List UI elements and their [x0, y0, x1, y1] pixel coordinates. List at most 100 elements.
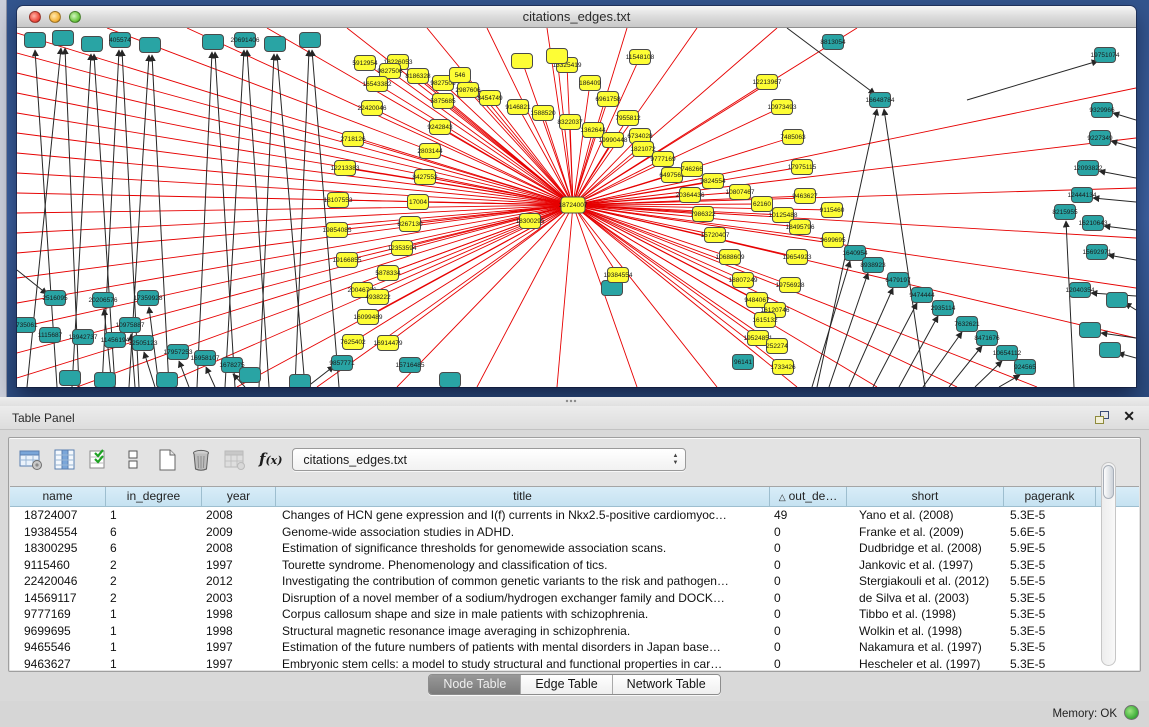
- new-table-icon[interactable]: [153, 446, 181, 474]
- node-label: 10654112: [993, 350, 1022, 357]
- column-header-pagerank[interactable]: pagerank: [1004, 487, 1096, 507]
- node-label: 546: [455, 72, 466, 79]
- scrollbar-thumb[interactable]: [1103, 465, 1114, 499]
- node-label: 252274: [766, 343, 788, 350]
- network-edge: [17, 53, 573, 205]
- network-edge: [215, 52, 235, 387]
- node-label: 1640954: [842, 250, 868, 257]
- cell: 1998: [202, 606, 276, 623]
- control-panel-divider[interactable]: [0, 0, 7, 397]
- network-node[interactable]: [512, 54, 533, 69]
- node-label: 10125488: [769, 212, 798, 219]
- cell: 18300295: [10, 540, 106, 557]
- function-builder-icon[interactable]: f(x): [259, 450, 282, 468]
- network-edge: [477, 205, 573, 387]
- network-node[interactable]: [300, 33, 321, 48]
- close-panel-icon[interactable]: ✕: [1123, 408, 1135, 425]
- network-node[interactable]: [547, 49, 568, 64]
- cell: 5.3E-5: [1004, 557, 1096, 574]
- network-edge: [206, 367, 215, 387]
- network-node[interactable]: [1080, 323, 1101, 338]
- node-label: 9146821: [505, 104, 531, 111]
- network-edge: [573, 88, 1136, 205]
- network-node[interactable]: [240, 368, 261, 383]
- network-window-titlebar[interactable]: citations_edges.txt: [17, 6, 1136, 28]
- table-row[interactable]: 946554611997Estimation of the future num…: [10, 639, 1139, 656]
- table-row[interactable]: 946362711997Embryonic stem cells: a mode…: [10, 656, 1139, 671]
- node-label: 16958107: [191, 355, 220, 362]
- table-row[interactable]: 911546021997Tourette syndrome. Phenomeno…: [10, 557, 1139, 574]
- column-header-in_degree[interactable]: in_degree: [106, 487, 202, 507]
- network-node[interactable]: [1100, 343, 1121, 358]
- column-header-short[interactable]: short: [847, 487, 1004, 507]
- table-row[interactable]: 1872400712008Changes of HCN gene express…: [10, 507, 1139, 524]
- table-settings-icon[interactable]: [17, 446, 45, 474]
- float-panel-icon[interactable]: [1095, 411, 1109, 424]
- table-row[interactable]: 977716911998Corpus callosum shape and si…: [10, 606, 1139, 623]
- cell: 1: [106, 656, 202, 671]
- vertical-scrollbar[interactable]: [1101, 462, 1116, 666]
- delete-table-icon[interactable]: [187, 446, 215, 474]
- table-row[interactable]: 1456911722003Disruption of a novel membe…: [10, 590, 1139, 607]
- node-label: 8427552: [412, 174, 438, 181]
- node-label: 18107553: [324, 197, 353, 204]
- network-node[interactable]: [203, 35, 224, 50]
- node-label: 18495796: [786, 224, 815, 231]
- node-label: 15692971: [1083, 249, 1112, 256]
- network-node[interactable]: [95, 373, 116, 388]
- memory-status-icon[interactable]: [1124, 705, 1139, 720]
- network-node[interactable]: [60, 371, 81, 386]
- column-header-title[interactable]: title: [276, 487, 770, 507]
- network-canvas[interactable]: 4055742069140688130541975107416648784932…: [17, 28, 1136, 387]
- network-node[interactable]: [265, 37, 286, 52]
- network-edge: [873, 303, 917, 387]
- table-row[interactable]: 1830029562008Estimation of significance …: [10, 540, 1139, 557]
- import-table-icon[interactable]: [221, 446, 249, 474]
- column-header-name[interactable]: name: [10, 487, 106, 507]
- clear-rows-icon[interactable]: [119, 446, 147, 474]
- divider-grip-icon: [565, 399, 577, 404]
- tab-network-table[interactable]: Network Table: [612, 675, 720, 694]
- node-label: 5878334: [375, 270, 401, 277]
- network-node[interactable]: [82, 37, 103, 52]
- network-node[interactable]: [140, 38, 161, 53]
- network-edge: [573, 138, 1136, 205]
- cell: Yano et al. (2008): [847, 507, 1004, 524]
- node-label: 9227349: [1087, 135, 1113, 142]
- tab-node-table[interactable]: Node Table: [429, 675, 520, 694]
- cell: 49: [770, 507, 847, 524]
- node-label: 7955812: [615, 115, 641, 122]
- network-node[interactable]: [157, 373, 178, 388]
- network-node[interactable]: [25, 33, 46, 48]
- node-label: 18724007: [559, 202, 588, 209]
- table-row[interactable]: 969969511998Structural magnetic resonanc…: [10, 623, 1139, 640]
- column-header-year[interactable]: year: [202, 487, 276, 507]
- column-visibility-icon[interactable]: [51, 446, 79, 474]
- table-selector-dropdown[interactable]: citations_edges.txt ▲▼: [292, 448, 686, 471]
- network-node[interactable]: [440, 373, 461, 388]
- network-edge: [557, 205, 573, 387]
- column-header-out_de[interactable]: △out_de…: [770, 487, 847, 507]
- network-edge: [307, 366, 334, 387]
- table-row[interactable]: 1938455462009Genome-wide association stu…: [10, 524, 1139, 541]
- node-label: 17975115: [788, 164, 817, 171]
- network-node[interactable]: [290, 375, 311, 388]
- cell: 9463627: [10, 656, 106, 671]
- cell: 5.3E-5: [1004, 590, 1096, 607]
- network-edge: [1111, 141, 1136, 148]
- network-node[interactable]: [53, 31, 74, 46]
- network-node[interactable]: [1107, 293, 1128, 308]
- cell: Estimation of significance thresholds fo…: [276, 540, 770, 557]
- network-window[interactable]: citations_edges.txt 4055742069: [17, 6, 1136, 387]
- node-label: 17004: [409, 199, 427, 206]
- cell: Investigating the contribution of common…: [276, 573, 770, 590]
- tab-edge-table[interactable]: Edge Table: [520, 675, 611, 694]
- table-row[interactable]: 2242004622012Investigating the contribut…: [10, 573, 1139, 590]
- split-divider[interactable]: [0, 397, 1149, 406]
- node-label: 9777169: [650, 156, 676, 163]
- node-label: 7485063: [780, 134, 806, 141]
- node-label: 8186328: [405, 73, 431, 80]
- cell: Hescheler et al. (1997): [847, 656, 1004, 671]
- node-label: 16210643: [1079, 220, 1108, 227]
- select-columns-icon[interactable]: [85, 446, 113, 474]
